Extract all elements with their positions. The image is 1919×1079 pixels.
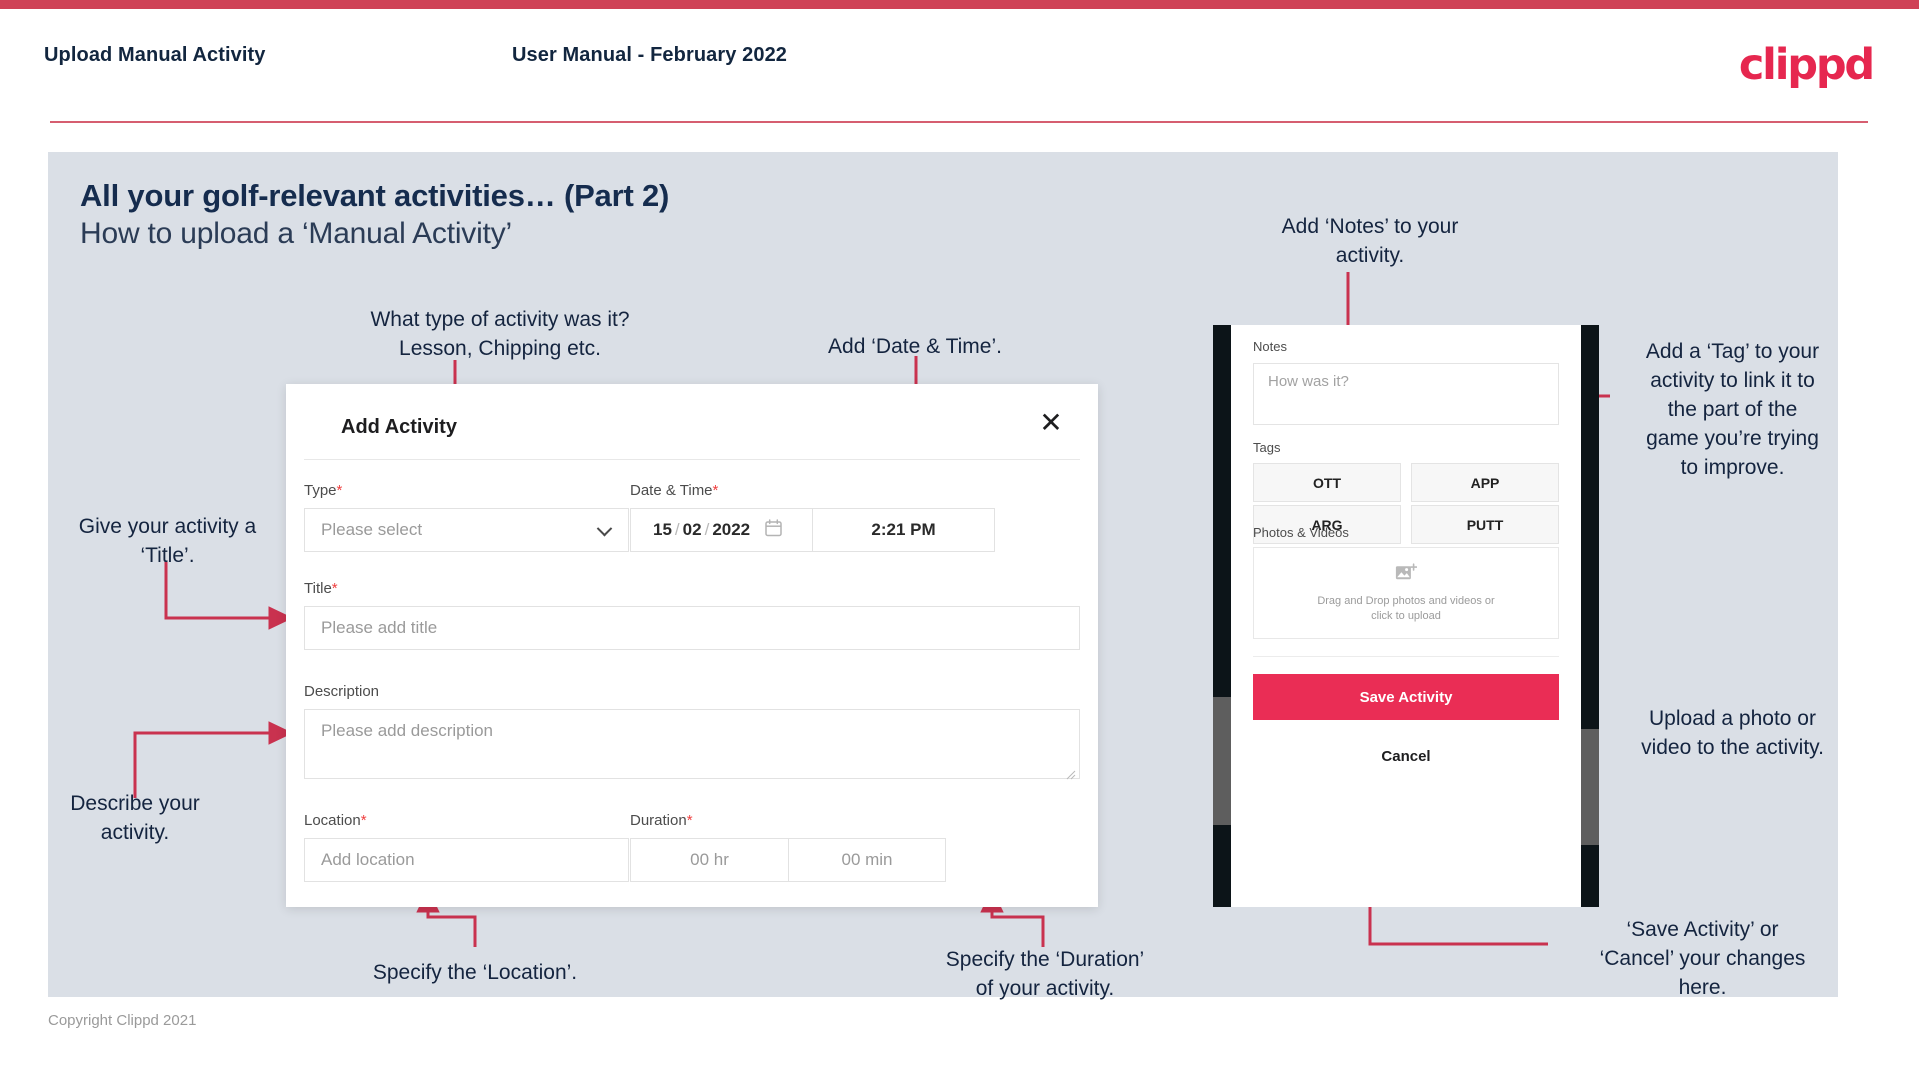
title-field-label: Title* xyxy=(304,580,338,597)
tags-label: Tags xyxy=(1253,440,1281,455)
description-field-label: Description xyxy=(304,683,379,700)
slide-title-secondary: How to upload a ‘Manual Activity’ xyxy=(80,217,512,250)
duration-field[interactable]: 00 hr 00 min xyxy=(630,838,946,882)
slide-page: Upload Manual Activity User Manual - Feb… xyxy=(0,0,1919,1079)
header-center-title: User Manual - February 2022 xyxy=(512,44,788,66)
clippd-logo: clippd xyxy=(1738,40,1875,90)
photos-videos-label: Photos & Videos xyxy=(1253,525,1349,540)
duration-required-marker: * xyxy=(686,812,693,829)
annotation-location: Specify the ‘Location’. xyxy=(372,961,578,984)
phone-bezel-right-accent xyxy=(1581,729,1599,845)
header-left-title: Upload Manual Activity xyxy=(44,44,266,66)
type-placeholder: Please select xyxy=(321,520,423,539)
top-accent-strip xyxy=(0,0,1919,9)
location-input[interactable]: Add location xyxy=(304,838,629,882)
duration-label-text: Duration xyxy=(630,812,687,829)
annotation-describe: Describe your activity. xyxy=(70,792,200,844)
type-required-marker: * xyxy=(336,482,343,499)
tag-button-putt[interactable]: PUTT xyxy=(1411,505,1559,544)
title-required-marker: * xyxy=(331,580,338,597)
annotation-datetime: Add ‘Date & Time’. xyxy=(828,335,1002,358)
datetime-field-label: Date & Time* xyxy=(630,482,718,499)
time-input[interactable]: 2:21 PM xyxy=(812,509,994,551)
description-textarea[interactable]: Please add description xyxy=(304,709,1080,780)
duration-hours-input[interactable]: 00 hr xyxy=(631,839,788,881)
phone-screen: Notes How was it? Tags OTT APP ARG PUTT … xyxy=(1231,325,1581,907)
chevron-down-icon xyxy=(596,520,613,537)
duration-field-label: Duration* xyxy=(630,812,693,829)
calendar-icon[interactable] xyxy=(765,518,782,542)
description-placeholder: Please add description xyxy=(321,721,494,740)
tag-button-app[interactable]: APP xyxy=(1411,463,1559,502)
duration-minutes-input[interactable]: 00 min xyxy=(788,839,945,881)
datetime-field[interactable]: 15 / 02 / 2022 2:21 PM xyxy=(630,508,995,552)
datetime-label-text: Date & Time xyxy=(630,482,713,499)
notes-textarea[interactable]: How was it? xyxy=(1253,363,1559,425)
type-label-text: Type xyxy=(304,482,337,499)
add-image-icon xyxy=(1395,562,1418,588)
add-activity-dialog: Add Activity ✕ Type* Please select Date … xyxy=(286,384,1098,907)
title-placeholder: Please add title xyxy=(321,618,438,637)
slide-title-primary: All your golf-relevant activities… (Part… xyxy=(80,178,670,213)
annotation-notes: Add ‘Notes’ to your activity. xyxy=(1281,215,1459,267)
phone-mockup: Notes How was it? Tags OTT APP ARG PUTT … xyxy=(1213,325,1599,907)
photo-video-dropzone[interactable]: Drag and Drop photos and videos or click… xyxy=(1253,547,1559,639)
date-year: 2022 xyxy=(712,520,751,539)
tag-button-ott[interactable]: OTT xyxy=(1253,463,1401,502)
date-sep-2: / xyxy=(704,520,710,539)
close-icon[interactable]: ✕ xyxy=(1034,406,1068,440)
type-select[interactable]: Please select xyxy=(304,508,629,552)
annotation-save-cancel: ‘Save Activity’ or ‘Cancel’ your changes… xyxy=(1599,918,1806,999)
resize-grip-icon[interactable] xyxy=(1066,765,1076,780)
phone-divider xyxy=(1253,656,1559,657)
location-required-marker: * xyxy=(360,812,367,829)
date-day: 15 xyxy=(653,520,672,539)
annotation-type: What type of activity was it? Lesson, Ch… xyxy=(370,308,630,360)
phone-bezel-left-accent xyxy=(1213,697,1231,825)
title-input[interactable]: Please add title xyxy=(304,606,1080,650)
footer-copyright: Copyright Clippd 2021 xyxy=(48,1012,197,1029)
title-label-text: Title xyxy=(304,580,332,597)
date-sep-1: / xyxy=(674,520,680,539)
cancel-button[interactable]: Cancel xyxy=(1253,740,1559,772)
dialog-title: Add Activity xyxy=(341,416,457,438)
dropzone-text-line1: Drag and Drop photos and videos or xyxy=(1317,594,1495,607)
dialog-header-divider xyxy=(304,459,1080,460)
annotation-upload: Upload a photo or video to the activity. xyxy=(1641,707,1824,759)
location-placeholder: Add location xyxy=(321,850,415,869)
date-month: 02 xyxy=(682,520,702,539)
header-divider xyxy=(50,121,1868,123)
phone-bezel-left xyxy=(1213,325,1231,907)
notes-label: Notes xyxy=(1253,339,1287,354)
location-label-text: Location xyxy=(304,812,361,829)
dropzone-text-line2: click to upload xyxy=(1371,609,1441,622)
type-field-label: Type* xyxy=(304,482,342,499)
description-label-text: Description xyxy=(304,683,380,700)
notes-placeholder: How was it? xyxy=(1268,373,1349,390)
save-activity-button[interactable]: Save Activity xyxy=(1253,674,1559,720)
annotation-duration: Specify the ‘Duration’ of your activity. xyxy=(945,948,1145,1000)
annotation-tag: Add a ‘Tag’ to your activity to link it … xyxy=(1645,340,1820,479)
phone-bezel-right xyxy=(1581,325,1599,907)
dropzone-text: Drag and Drop photos and videos or click… xyxy=(1317,594,1494,624)
date-input[interactable]: 15 / 02 / 2022 xyxy=(631,509,812,551)
location-field-label: Location* xyxy=(304,812,367,829)
datetime-required-marker: * xyxy=(712,482,719,499)
annotation-title: Give your activity a ‘Title’. xyxy=(78,515,257,567)
